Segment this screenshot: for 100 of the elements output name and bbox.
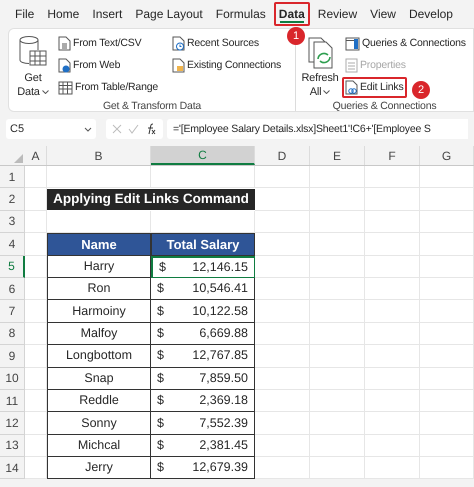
select-all-icon[interactable] xyxy=(14,154,23,163)
name-box[interactable]: C5 xyxy=(6,119,96,139)
empty-cell[interactable] xyxy=(365,188,420,211)
empty-cell[interactable] xyxy=(25,322,47,346)
empty-cell[interactable] xyxy=(365,256,420,278)
empty-cell[interactable] xyxy=(420,390,474,412)
empty-cell[interactable] xyxy=(25,368,47,390)
empty-cell[interactable] xyxy=(365,412,420,435)
row-header[interactable]: 5 xyxy=(0,256,25,278)
menu-tab[interactable]: Page Layout xyxy=(130,2,208,26)
cancel-icon[interactable] xyxy=(112,124,122,134)
empty-cell[interactable] xyxy=(255,345,310,368)
row-header[interactable]: 1 xyxy=(0,166,25,188)
row-header[interactable]: 3 xyxy=(0,210,25,234)
ribbon-button[interactable]: From Table/Range xyxy=(55,77,161,98)
empty-cell[interactable] xyxy=(420,188,474,211)
ribbon-button[interactable]: Edit Links xyxy=(342,77,407,98)
row-header[interactable]: 11 xyxy=(0,390,25,412)
check-icon[interactable] xyxy=(128,124,139,134)
empty-cell[interactable] xyxy=(310,166,365,188)
empty-cell[interactable] xyxy=(420,166,474,188)
empty-cell[interactable] xyxy=(365,457,420,480)
empty-cell[interactable] xyxy=(365,278,420,300)
row-header[interactable]: 8 xyxy=(0,322,25,346)
empty-cell[interactable] xyxy=(420,256,474,278)
row-header[interactable]: 2 xyxy=(0,188,25,211)
empty-cell[interactable] xyxy=(255,322,310,346)
empty-cell[interactable] xyxy=(310,368,365,390)
ribbon-button[interactable]: From Web xyxy=(55,55,124,76)
empty-cell[interactable] xyxy=(420,210,474,234)
empty-cell[interactable] xyxy=(25,390,47,412)
empty-cell[interactable] xyxy=(420,457,474,480)
empty-cell[interactable] xyxy=(310,256,365,278)
empty-cell[interactable] xyxy=(255,278,310,300)
menu-tab[interactable]: Home xyxy=(42,2,84,26)
ribbon-button[interactable]: Recent Sources xyxy=(168,33,262,54)
empty-cell[interactable] xyxy=(420,233,474,256)
empty-cell[interactable] xyxy=(255,457,310,480)
row-header[interactable]: 10 xyxy=(0,368,25,390)
empty-cell[interactable] xyxy=(310,210,365,234)
empty-cell[interactable] xyxy=(365,368,420,390)
empty-cell[interactable] xyxy=(420,412,474,435)
menu-tab[interactable]: Insert xyxy=(87,2,128,26)
empty-cell[interactable] xyxy=(365,345,420,368)
column-header[interactable]: A xyxy=(25,146,47,165)
empty-cell[interactable] xyxy=(310,390,365,412)
empty-cell[interactable] xyxy=(365,166,420,188)
empty-cell[interactable] xyxy=(310,233,365,256)
empty-cell[interactable] xyxy=(151,166,255,188)
empty-cell[interactable] xyxy=(365,300,420,323)
empty-cell[interactable] xyxy=(255,210,310,234)
empty-cell[interactable] xyxy=(365,434,420,458)
empty-cell[interactable] xyxy=(420,368,474,390)
row-header[interactable]: 4 xyxy=(0,233,25,256)
empty-cell[interactable] xyxy=(255,434,310,458)
empty-cell[interactable] xyxy=(255,166,310,188)
row-header[interactable]: 6 xyxy=(0,278,25,300)
ribbon-button[interactable]: Existing Connections xyxy=(168,55,284,76)
row-header[interactable]: 7 xyxy=(0,300,25,323)
formula-field[interactable]: ='[Employee Salary Details.xlsx]Sheet1'!C6+'[Employee S xyxy=(167,119,468,139)
column-header[interactable]: G xyxy=(420,146,474,165)
ribbon-big-button[interactable]: Get Data xyxy=(13,33,53,99)
column-header[interactable]: D xyxy=(255,146,310,165)
empty-cell[interactable] xyxy=(310,188,365,211)
empty-cell[interactable] xyxy=(420,345,474,368)
empty-cell[interactable] xyxy=(310,412,365,435)
empty-cell[interactable] xyxy=(420,278,474,300)
function-icon[interactable] xyxy=(145,123,157,135)
empty-cell[interactable] xyxy=(255,256,310,278)
empty-cell[interactable] xyxy=(365,322,420,346)
empty-cell[interactable] xyxy=(310,278,365,300)
menu-tab[interactable]: View xyxy=(365,2,401,26)
row-header[interactable]: 12 xyxy=(0,412,25,435)
empty-cell[interactable] xyxy=(25,434,47,458)
menu-tab[interactable]: File xyxy=(10,2,40,26)
empty-cell[interactable] xyxy=(25,457,47,480)
menu-tab[interactable]: Data xyxy=(274,2,310,26)
row-header[interactable]: 14 xyxy=(0,457,25,480)
row-header[interactable]: 13 xyxy=(0,434,25,458)
column-header[interactable]: E xyxy=(310,146,365,165)
empty-cell[interactable] xyxy=(365,390,420,412)
empty-cell[interactable] xyxy=(255,412,310,435)
empty-cell[interactable] xyxy=(255,390,310,412)
empty-cell[interactable] xyxy=(47,166,151,188)
empty-cell[interactable] xyxy=(420,434,474,458)
empty-cell[interactable] xyxy=(255,300,310,323)
empty-cell[interactable] xyxy=(25,256,47,278)
empty-cell[interactable] xyxy=(25,278,47,300)
empty-cell[interactable] xyxy=(365,210,420,234)
empty-cell[interactable] xyxy=(420,322,474,346)
empty-cell[interactable] xyxy=(25,300,47,323)
menu-tab[interactable]: Develop xyxy=(404,2,458,26)
empty-cell[interactable] xyxy=(25,345,47,368)
empty-cell[interactable] xyxy=(420,300,474,323)
empty-cell[interactable] xyxy=(365,233,420,256)
ribbon-button[interactable]: From Text/CSV xyxy=(55,33,144,54)
empty-cell[interactable] xyxy=(310,434,365,458)
row-header[interactable]: 9 xyxy=(0,345,25,368)
menu-tab[interactable]: Review xyxy=(312,2,362,26)
empty-cell[interactable] xyxy=(310,300,365,323)
